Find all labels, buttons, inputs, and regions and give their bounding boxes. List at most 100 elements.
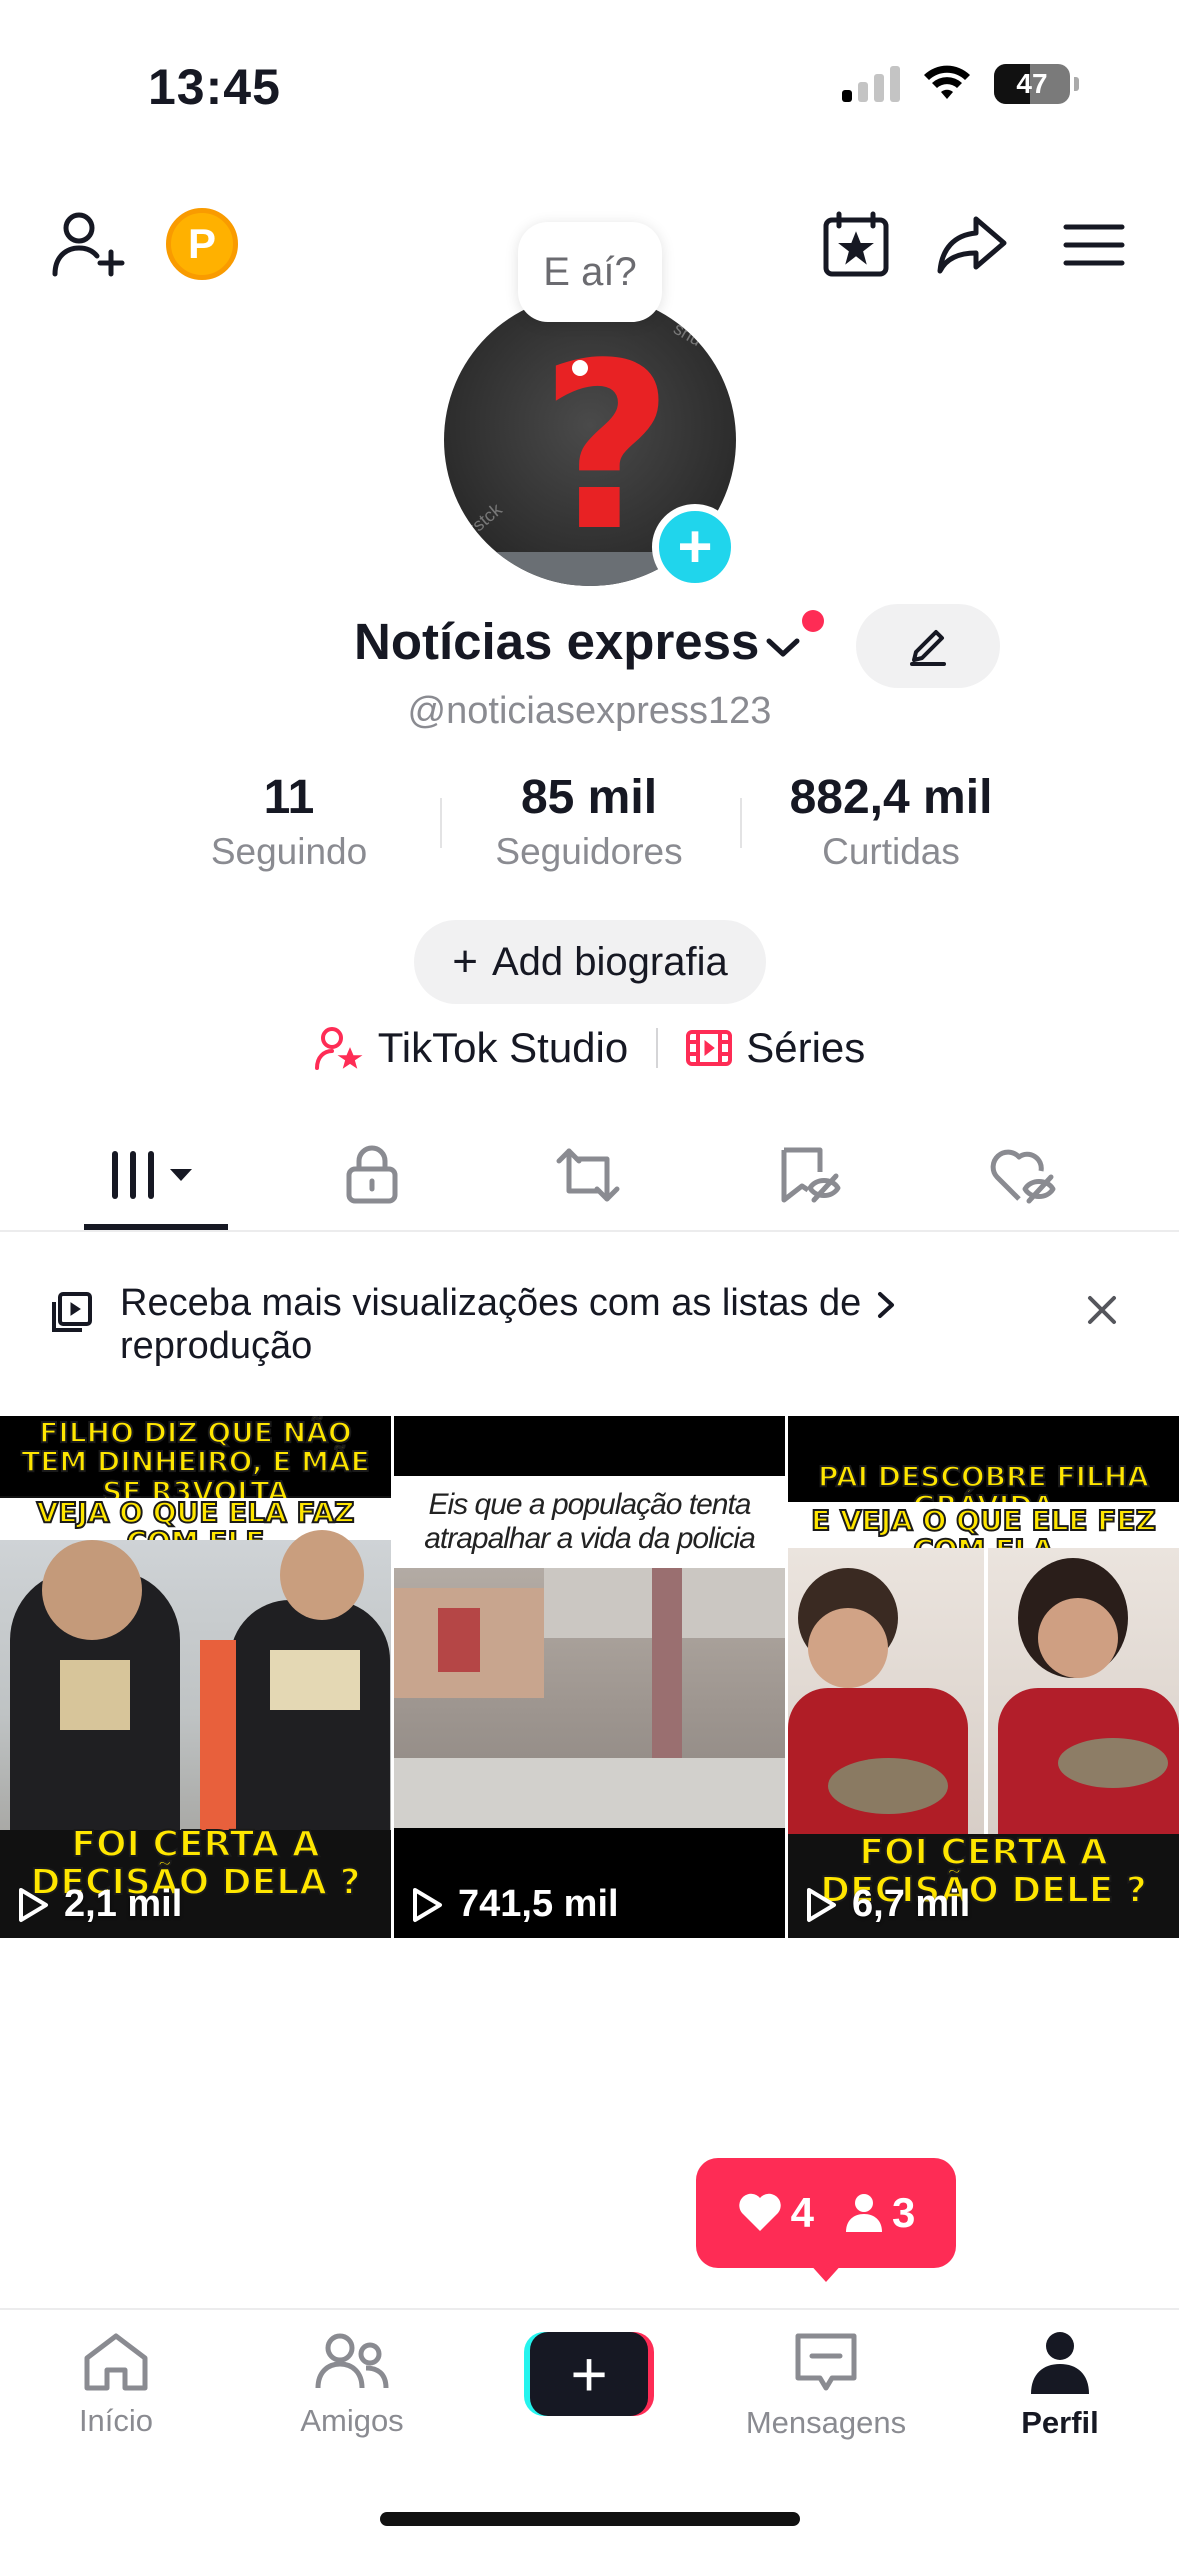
content-tabs: [0, 1120, 1179, 1232]
add-bio-button[interactable]: + Add biografia: [414, 920, 766, 1004]
add-person-icon: [52, 212, 125, 277]
notification-dot: [802, 610, 824, 632]
video-views: 741,5 mil: [410, 1883, 619, 1926]
nav-messages[interactable]: Mensagens: [726, 2330, 926, 2441]
nav-profile[interactable]: Perfil: [960, 2330, 1160, 2441]
account-switcher[interactable]: Notícias express: [354, 612, 801, 671]
stat-value: 11: [263, 771, 315, 824]
status-icons: 47: [842, 64, 1079, 104]
likes-count: 4: [790, 2189, 814, 2236]
stat-value: 85 mil: [520, 771, 658, 824]
status-bubble[interactable]: E aí?: [518, 222, 662, 322]
video-frame: [788, 1548, 1179, 1834]
play-icon: [807, 1887, 836, 1922]
view-count: 6,7 mil: [852, 1883, 971, 1925]
activity-notification[interactable]: 4 3: [696, 2158, 956, 2268]
video-thumbnail[interactable]: PAI DESCOBRE FILHA GRÁVIDA E VEJA O QUE …: [788, 1416, 1179, 1938]
tab-favorites[interactable]: [740, 1120, 880, 1230]
video-grid: FILHO DIZ QUE NÃO TEM DINHEIRO, E MÃE SE…: [0, 1416, 1179, 1938]
tab-private[interactable]: [302, 1120, 442, 1230]
tab-liked[interactable]: [954, 1120, 1094, 1230]
tiktok-studio-label: TikTok Studio: [377, 1024, 629, 1071]
stat-followers[interactable]: 85 mil Seguidores: [444, 770, 734, 873]
video-caption-top: Eis que a população tenta atrapalhar a v…: [394, 1476, 785, 1568]
view-count: 2,1 mil: [64, 1883, 183, 1925]
heart-hidden-icon: [990, 1149, 1056, 1204]
nav-home[interactable]: Início: [16, 2330, 216, 2439]
avatar-watermark: shu: [670, 318, 706, 350]
edit-profile-button[interactable]: [856, 604, 1000, 688]
stat-value: 882,4 mil: [789, 771, 993, 824]
chevron-right-icon: [878, 1292, 894, 1318]
playlist-banner-text: Receba mais visualizações com as listas …: [120, 1282, 862, 1367]
stat-label: Seguindo: [210, 831, 368, 872]
cellular-signal-icon: [842, 66, 900, 102]
question-mark-image: ?: [540, 315, 674, 582]
coins-icon[interactable]: P: [166, 208, 238, 280]
stat-label: Curtidas: [822, 831, 960, 872]
plus-icon: +: [530, 2332, 648, 2416]
create-video-button[interactable]: +: [524, 2332, 654, 2416]
profile-stats: 11 Seguindo 85 mil Seguidores 882,4 mil …: [0, 770, 1179, 880]
profile-icon: [1031, 2332, 1089, 2394]
add-story-button[interactable]: +: [652, 504, 738, 590]
video-frame: [394, 1568, 785, 1828]
tiktok-studio-link[interactable]: TikTok Studio: [314, 1024, 629, 1072]
menu-button[interactable]: [1054, 210, 1134, 280]
bookmark-hidden-icon: [781, 1147, 841, 1203]
chevron-down-icon: [766, 638, 800, 656]
stat-likes[interactable]: 882,4 mil Curtidas: [746, 770, 1036, 873]
repost-icon: [556, 1148, 620, 1202]
close-banner-button[interactable]: [1086, 1294, 1118, 1331]
battery-icon: 47: [994, 64, 1070, 104]
events-button[interactable]: [816, 204, 896, 284]
home-icon: [84, 2333, 148, 2391]
share-arrow-icon: [937, 216, 1007, 274]
video-thumbnail[interactable]: FILHO DIZ QUE NÃO TEM DINHEIRO, E MÃE SE…: [0, 1416, 391, 1938]
nav-label: Amigos: [300, 2403, 404, 2438]
nav-friends[interactable]: Amigos: [252, 2330, 452, 2439]
notification-pointer: [808, 2262, 844, 2282]
profile-handle: @noticiasexpress123: [407, 690, 772, 732]
series-label: Séries: [746, 1024, 866, 1071]
close-icon: [1088, 1296, 1116, 1324]
bubble-dot: [572, 360, 588, 376]
person-icon: [846, 2194, 882, 2232]
lock-icon: [346, 1145, 398, 1204]
video-thumbnail[interactable]: Eis que a população tenta atrapalhar a v…: [394, 1416, 785, 1938]
nav-label: Início: [78, 2403, 154, 2438]
calendar-star-icon: [823, 211, 889, 277]
battery-level: 47: [1016, 68, 1048, 99]
studio-person-star-icon: [314, 1027, 363, 1070]
playlist-banner[interactable]: Receba mais visualizações com as listas …: [0, 1266, 1179, 1396]
plus-icon: +: [452, 937, 478, 986]
status-time: 13:45: [148, 59, 281, 115]
followers-notification: 3: [844, 2189, 915, 2237]
video-views: 6,7 mil: [804, 1883, 970, 1926]
video-caption-top: PAI DESCOBRE FILHA GRÁVIDA: [788, 1416, 1179, 1522]
play-icon: [19, 1887, 48, 1922]
tab-reposts[interactable]: [518, 1120, 658, 1230]
home-indicator[interactable]: [380, 2512, 800, 2526]
nav-label: Perfil: [1021, 2405, 1099, 2440]
heart-icon: [738, 2193, 781, 2231]
playlist-icon: [52, 1292, 92, 1332]
friends-icon: [315, 2333, 389, 2389]
series-link[interactable]: Séries: [686, 1024, 865, 1072]
play-icon: [413, 1887, 442, 1922]
series-film-icon: [686, 1030, 733, 1066]
view-count: 741,5 mil: [458, 1883, 619, 1925]
nav-label: Mensagens: [745, 2405, 907, 2440]
add-friend-button[interactable]: [44, 204, 134, 284]
stat-label: Seguidores: [495, 831, 683, 872]
profile-links: TikTok Studio Séries: [0, 1024, 1179, 1072]
share-button[interactable]: [932, 204, 1012, 284]
tab-videos[interactable]: [86, 1120, 226, 1230]
active-tab-indicator: [84, 1224, 228, 1230]
video-views: 2,1 mil: [16, 1883, 182, 1926]
hamburger-menu-icon: [1063, 224, 1125, 266]
stat-following[interactable]: 11 Seguindo: [144, 770, 434, 873]
followers-count: 3: [892, 2189, 916, 2236]
messages-icon: [795, 2333, 857, 2391]
likes-notification: 4: [737, 2189, 814, 2237]
